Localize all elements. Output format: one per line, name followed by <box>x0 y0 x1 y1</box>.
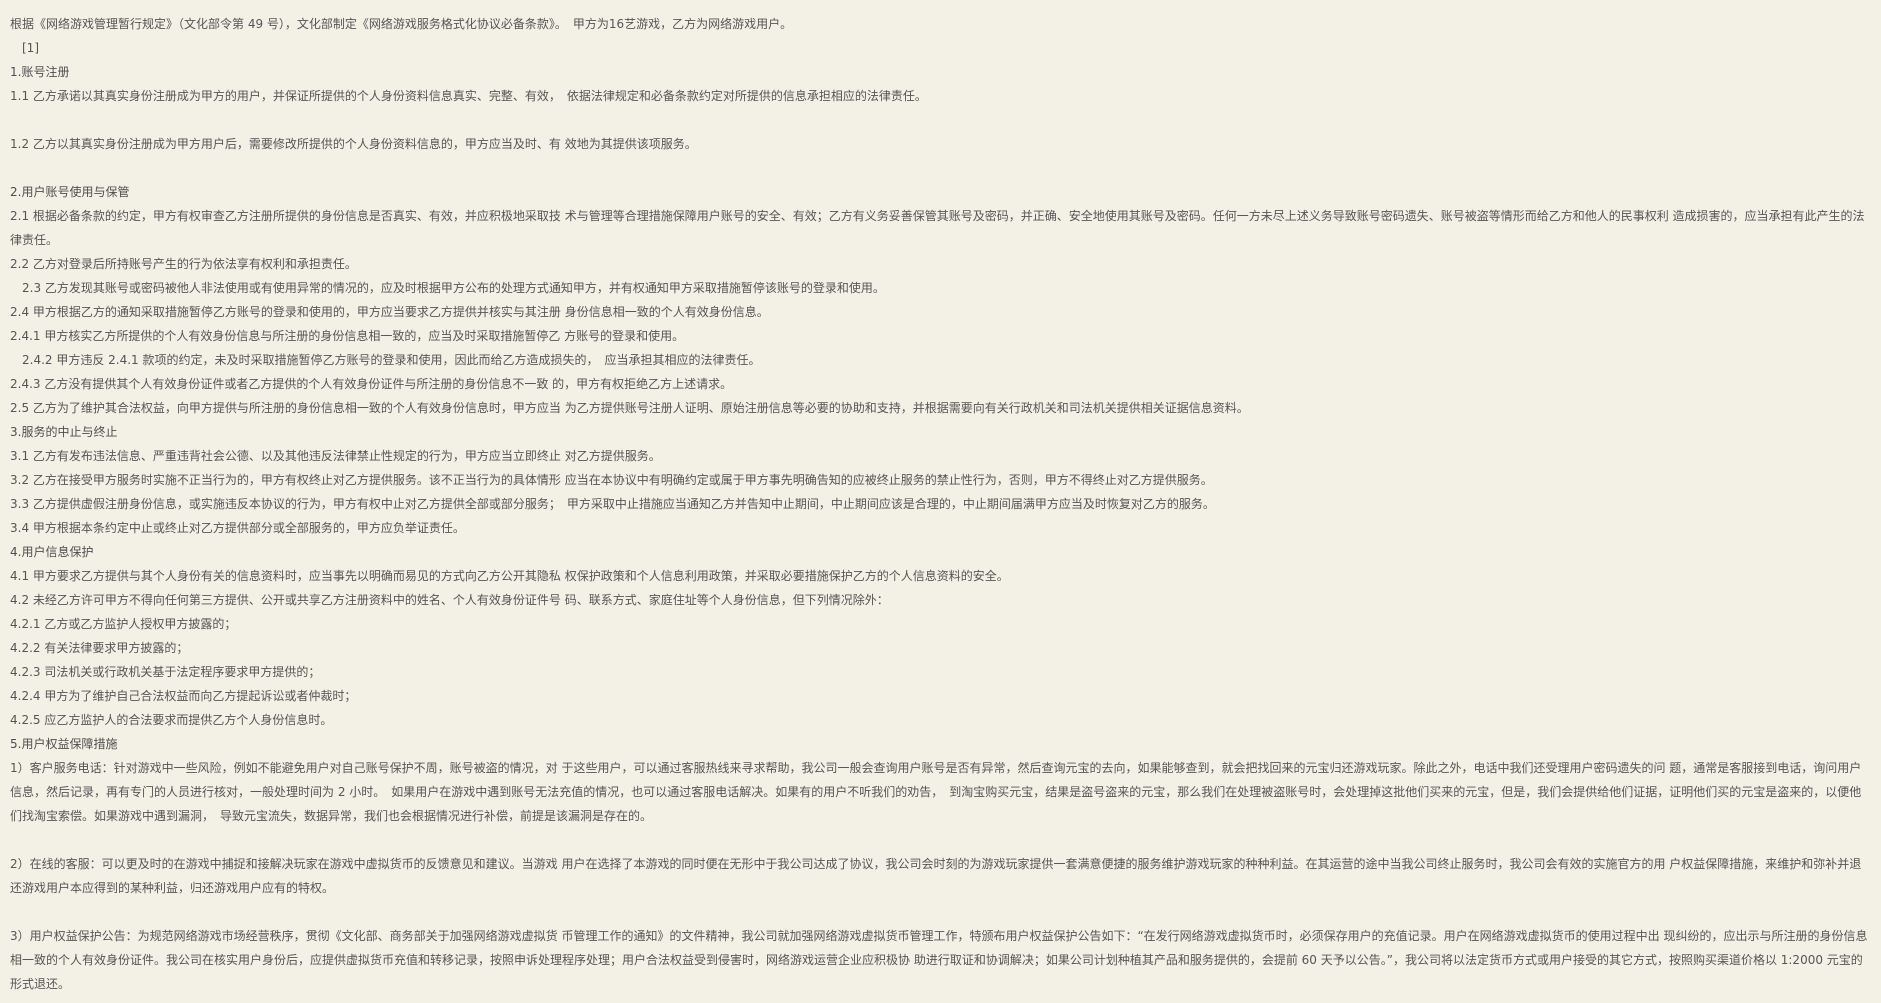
clause-2-1: 2.1 根据必备条款的约定，甲方有权审查乙方注册所提供的身份信息是否真实、有效，… <box>10 209 1865 247</box>
section-heading-1: 1.账号注册 <box>10 65 70 79</box>
clause-4-2: 4.2 未经乙方许可甲方不得向任何第三方提供、公开或共享乙方注册资料中的姓名、个… <box>10 593 889 607</box>
clause-3-4: 3.4 甲方根据本条约定中止或终止对乙方提供部分或全部服务的，甲方应负举证责任。 <box>10 521 465 535</box>
clause-4-1: 4.1 甲方要求乙方提供与其个人身份有关的信息资料时，应当事先以明确而易见的方式… <box>10 569 1009 583</box>
section-heading-4: 4.用户信息保护 <box>10 545 94 559</box>
clause-2-4: 2.4 甲方根据乙方的通知采取措施暂停乙方账号的登录和使用的，甲方应当要求乙方提… <box>10 305 769 319</box>
clause-1-1: 1.1 乙方承诺以其真实身份注册成为甲方的用户，并保证所提供的个人身份资料信息真… <box>10 89 927 103</box>
clause-3-1: 3.1 乙方有发布违法信息、严重违背社会公德、以及其他违反法律禁止性规定的行为，… <box>10 449 661 463</box>
intro-paragraph: 根据《网络游戏管理暂行规定》（文化部令第 49 号），文化部制定《网络游戏服务格… <box>10 17 793 31</box>
measure-online-service: 2）在线的客服：可以更及时的在游戏中捕捉和接解决玩家在游戏中虚拟货币的反馈意见和… <box>10 857 1862 895</box>
section-heading-2: 2.用户账号使用与保管 <box>10 185 130 199</box>
footnote-reference: [1] <box>22 41 39 55</box>
clause-2-4-2: 2.4.2 甲方违反 2.4.1 款项的约定，未及时采取措施暂停乙方账号的登录和… <box>22 353 761 367</box>
clause-3-3: 3.3 乙方提供虚假注册身份信息，或实施违反本协议的行为，甲方有权中止对乙方提供… <box>10 497 1215 511</box>
clause-4-2-1: 4.2.1 乙方或乙方监护人授权甲方披露的； <box>10 617 237 631</box>
clause-2-3: 2.3 乙方发现其账号或密码被他人非法使用或有使用异常的情况的，应及时根据甲方公… <box>22 281 885 295</box>
measure-customer-service-phone: 1）客户服务电话：针对游戏中一些风险，例如不能避免用户对自己账号保护不周，账号被… <box>10 761 1862 823</box>
clause-3-2: 3.2 乙方在接受甲方服务时实施不正当行为的，甲方有权终止对乙方提供服务。该不正… <box>10 473 1213 487</box>
clause-4-2-3: 4.2.3 司法机关或行政机关基于法定程序要求甲方提供的； <box>10 665 321 679</box>
clause-4-2-4: 4.2.4 甲方为了维护自己合法权益而向乙方提起诉讼或者仲裁时； <box>10 689 357 703</box>
clause-2-5: 2.5 乙方为了维护其合法权益，向甲方提供与所注册的身份信息相一致的个人有效身份… <box>10 401 1249 415</box>
clause-4-2-2: 4.2.2 有关法律要求甲方披露的； <box>10 641 189 655</box>
clause-2-4-3: 2.4.3 乙方没有提供其个人有效身份证件或者乙方提供的个人有效身份证件与所注册… <box>10 377 733 391</box>
section-heading-3: 3.服务的中止与终止 <box>10 425 118 439</box>
clause-4-2-5: 4.2.5 应乙方监护人的合法要求而提供乙方个人身份信息时。 <box>10 713 333 727</box>
section-heading-5: 5.用户权益保障措施 <box>10 737 118 751</box>
clause-2-4-1: 2.4.1 甲方核实乙方所提供的个人有效身份信息与所注册的身份信息相一致的，应当… <box>10 329 685 343</box>
clause-1-2: 1.2 乙方以其真实身份注册成为甲方用户后，需要修改所提供的个人身份资料信息的，… <box>10 137 697 151</box>
clause-2-2: 2.2 乙方对登录后所持账号产生的行为依法享有权利和承担责任。 <box>10 257 357 271</box>
document-body: 根据《网络游戏管理暂行规定》（文化部令第 49 号），文化部制定《网络游戏服务格… <box>0 0 1881 996</box>
measure-rights-notice: 3）用户权益保护公告：为规范网络游戏市场经营秩序，贯彻《文化部、商务部关于加强网… <box>10 929 1868 991</box>
